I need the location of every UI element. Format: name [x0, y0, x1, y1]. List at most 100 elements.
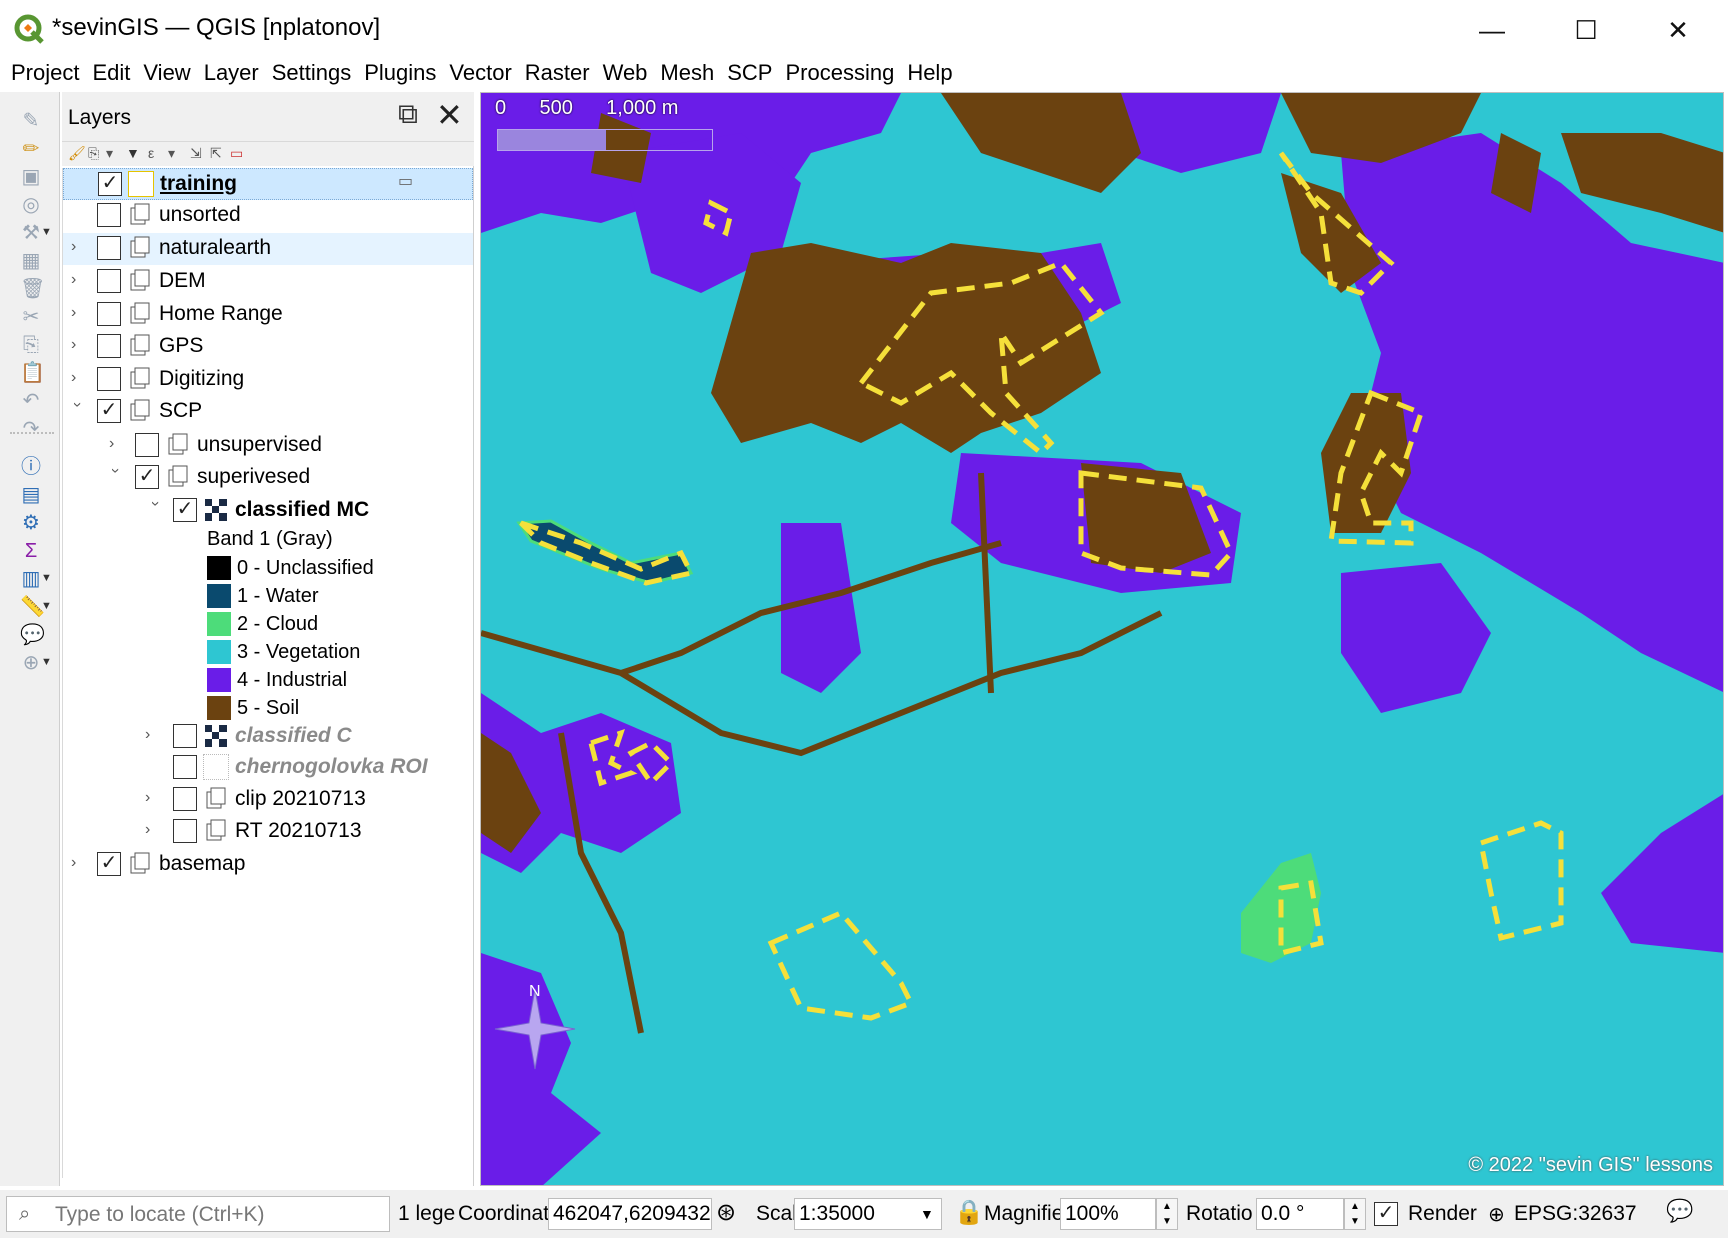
pencil-icon[interactable]: ✏	[20, 138, 42, 160]
toggle-extents-icon[interactable]: ⊛	[716, 1198, 736, 1227]
menu-edit[interactable]: Edit	[87, 58, 138, 90]
toggle-editing-icon[interactable]: ✎	[20, 110, 42, 132]
layer-row-home-range[interactable]: › Home Range	[63, 299, 473, 331]
coordinate-field[interactable]: 462047,6209432	[548, 1198, 712, 1230]
close-window-button[interactable]: ✕	[1654, 10, 1702, 50]
add-group-icon[interactable]: ⎘	[88, 145, 99, 162]
layer-row-gps[interactable]: › GPS	[63, 331, 473, 363]
layer-checkbox[interactable]	[173, 787, 197, 811]
magnifier-field[interactable]: 100%	[1060, 1198, 1156, 1230]
expand-all-icon[interactable]: ⇲	[190, 145, 202, 162]
layer-checkbox[interactable]: ✓	[173, 498, 197, 522]
delete-selected-icon[interactable]: 🗑	[20, 278, 45, 300]
layer-checkbox[interactable]	[97, 302, 121, 326]
cut-features-icon[interactable]: ✂	[20, 306, 42, 328]
copy-features-icon[interactable]: ⎘	[20, 334, 42, 356]
layer-row-chernogolovka-roi[interactable]: chernogolovka ROI	[63, 752, 473, 784]
attribute-table-dropdown-icon[interactable]: ▼	[41, 572, 55, 584]
menu-mesh[interactable]: Mesh	[655, 58, 722, 90]
layer-checkbox[interactable]: ✓	[97, 399, 121, 423]
measure-line-icon[interactable]: 📏	[20, 596, 45, 618]
modify-attributes-icon[interactable]: ▦	[20, 250, 42, 272]
paste-features-icon[interactable]: 📋	[20, 362, 45, 384]
remove-layer-icon[interactable]: ▭	[230, 145, 243, 162]
chevron-down-icon[interactable]: ›	[145, 501, 165, 517]
menu-vector[interactable]: Vector	[444, 58, 519, 90]
layer-checkbox[interactable]	[97, 203, 121, 227]
chevron-right-icon[interactable]: ›	[145, 725, 161, 745]
filter-expression-icon[interactable]: ε	[148, 145, 154, 161]
menu-scp[interactable]: SCP	[722, 58, 780, 90]
menu-raster[interactable]: Raster	[520, 58, 598, 90]
crs-label[interactable]: EPSG:32637	[1514, 1202, 1637, 1226]
layer-row-clip[interactable]: › clip 20210713	[63, 784, 473, 816]
layer-row-basemap[interactable]: › ✓ basemap	[63, 849, 473, 881]
chevron-right-icon[interactable]: ›	[145, 820, 161, 840]
chevron-right-icon[interactable]: ›	[71, 270, 87, 290]
layer-checkbox[interactable]: ✓	[135, 465, 159, 489]
manage-themes-icon[interactable]: ▾	[106, 145, 113, 162]
field-calculator-icon[interactable]: ▤	[20, 484, 42, 506]
add-point-icon[interactable]: ◎	[20, 194, 42, 216]
globe-icon[interactable]: ⊕	[1488, 1202, 1505, 1227]
render-checkbox[interactable]: ✓	[1374, 1202, 1398, 1226]
layer-row-classified-c[interactable]: › classified C	[63, 721, 473, 753]
layer-checkbox[interactable]: ✓	[97, 852, 121, 876]
filter-dropdown-icon[interactable]: ▾	[168, 145, 175, 162]
layer-row-unsorted[interactable]: unsorted	[63, 200, 473, 232]
float-panel-icon[interactable]: ⧉	[398, 98, 418, 131]
menu-help[interactable]: Help	[902, 58, 960, 90]
editing-icon[interactable]: ▭	[398, 171, 413, 191]
filter-legend-icon[interactable]: ▼	[126, 145, 140, 161]
statistics-sum-icon[interactable]: Σ	[20, 540, 42, 562]
chevron-right-icon[interactable]: ›	[71, 368, 87, 388]
chevron-down-icon[interactable]: ›	[105, 468, 125, 484]
lock-scale-icon[interactable]: 🔒	[954, 1198, 984, 1227]
layer-checkbox[interactable]	[173, 755, 197, 779]
layer-checkbox[interactable]: ✓	[98, 172, 122, 196]
chevron-right-icon[interactable]: ›	[145, 788, 161, 808]
menu-settings[interactable]: Settings	[267, 58, 360, 90]
menu-layer[interactable]: Layer	[199, 58, 267, 90]
undo-icon[interactable]: ↶	[20, 390, 42, 412]
close-panel-icon[interactable]: ✕	[436, 96, 463, 134]
magnifier-spinner[interactable]: ▲ ▼	[1156, 1198, 1178, 1230]
menu-plugins[interactable]: Plugins	[359, 58, 444, 90]
menu-project[interactable]: Project	[6, 58, 87, 90]
collapse-all-icon[interactable]: ⇱	[210, 145, 222, 162]
identify-features-icon[interactable]: ⓘ	[20, 456, 42, 478]
layer-row-unsupervised[interactable]: › unsupervised	[63, 430, 473, 462]
vertex-tool-dropdown-icon[interactable]: ▼	[41, 226, 55, 238]
menu-processing[interactable]: Processing	[780, 58, 902, 90]
chevron-down-icon[interactable]: ▼	[920, 1206, 934, 1222]
layer-checkbox[interactable]	[97, 236, 121, 260]
rotation-spinner[interactable]: ▲ ▼	[1344, 1198, 1366, 1230]
layer-checkbox[interactable]	[135, 433, 159, 457]
chevron-right-icon[interactable]: ›	[71, 853, 87, 873]
layer-row-training[interactable]: ✓ training ▭	[63, 168, 473, 200]
select-by-location-icon[interactable]: ⊕	[20, 652, 42, 674]
chevron-right-icon[interactable]: ›	[71, 335, 87, 355]
chevron-down-icon[interactable]: ›	[67, 402, 87, 418]
maximize-button[interactable]: ☐	[1562, 10, 1610, 50]
chevron-right-icon[interactable]: ›	[71, 237, 87, 257]
layer-checkbox[interactable]	[173, 724, 197, 748]
messages-icon[interactable]: 💬	[1666, 1198, 1693, 1224]
layer-row-naturalearth[interactable]: › naturalearth	[63, 233, 473, 265]
vertex-tool-icon[interactable]: ⚒	[20, 222, 42, 244]
layer-checkbox[interactable]	[173, 819, 197, 843]
measure-dropdown-icon[interactable]: ▼	[41, 600, 55, 612]
layer-row-scp[interactable]: › ✓ SCP	[63, 396, 473, 428]
menu-web[interactable]: Web	[598, 58, 656, 90]
chevron-right-icon[interactable]: ›	[71, 303, 87, 323]
layer-row-superivesed[interactable]: › ✓ superivesed	[63, 462, 473, 494]
layer-checkbox[interactable]	[97, 269, 121, 293]
style-manager-icon[interactable]: 🖌	[68, 145, 86, 162]
layer-checkbox[interactable]	[97, 334, 121, 358]
layer-row-rt[interactable]: › RT 20210713	[63, 816, 473, 848]
layer-row-digitizing[interactable]: › Digitizing	[63, 364, 473, 396]
minimize-button[interactable]: —	[1468, 10, 1516, 50]
menu-view[interactable]: View	[138, 58, 198, 90]
chevron-right-icon[interactable]: ›	[109, 434, 125, 454]
layer-checkbox[interactable]	[97, 367, 121, 391]
